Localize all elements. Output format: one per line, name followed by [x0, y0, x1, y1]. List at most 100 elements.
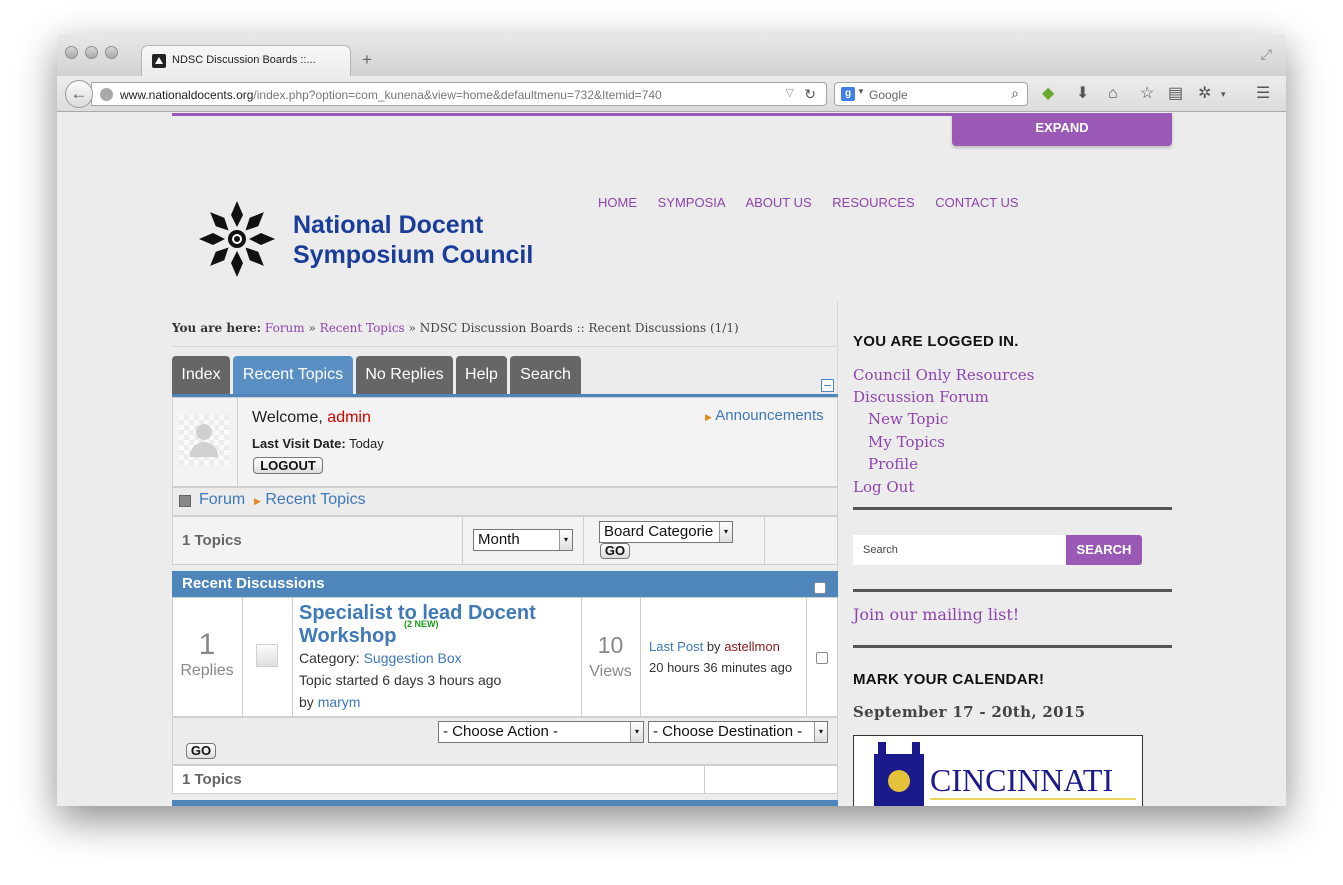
reload-icon[interactable]: ↻: [804, 86, 816, 103]
navigation-bar: www.nationaldocents.org/index.php?option…: [57, 76, 1286, 112]
breadcrumb-forum-link[interactable]: Forum: [265, 321, 305, 335]
breadcrumb: You are here: Forum » Recent Topics » ND…: [172, 321, 739, 335]
url-bar[interactable]: www.nationaldocents.org/index.php?option…: [91, 82, 827, 106]
forum-home-icon: [179, 495, 191, 507]
topic-title-line2[interactable]: Workshop: [299, 625, 396, 648]
sidebar-item-new-topic[interactable]: New Topic: [868, 410, 948, 428]
time-filter-select[interactable]: Month ▾: [473, 529, 573, 551]
sidebar-divider: [853, 507, 1172, 510]
browser-search-bar[interactable]: g ▼ Google ⌕: [834, 82, 1028, 106]
welcome-text: Welcome, admin: [252, 409, 371, 426]
last-visit: Last Visit Date: Today: [252, 436, 384, 451]
footer-topics-count: 1 Topics: [182, 771, 242, 788]
username-link[interactable]: admin: [327, 409, 371, 426]
path-forum-link[interactable]: Forum: [199, 491, 245, 509]
expand-button[interactable]: EXPAND: [952, 113, 1172, 146]
magnifier-icon[interactable]: ⌕: [1011, 85, 1019, 102]
sidebar-search-input[interactable]: Search: [853, 535, 1066, 565]
search-placeholder: Google: [869, 88, 908, 102]
topic-category: Category: Suggestion Box: [299, 650, 462, 666]
cincinnati-banner-image[interactable]: CINCINNATI: [853, 735, 1143, 806]
new-badge: (2 NEW): [404, 619, 439, 629]
category-header: Recent Discussions: [172, 571, 838, 597]
google-icon[interactable]: g: [841, 87, 855, 101]
url-text: www.nationaldocents.org/index.php?option…: [120, 88, 662, 102]
globe-icon: [100, 88, 113, 101]
nav-contact-us[interactable]: CONTACT US: [935, 195, 1018, 210]
tab-help[interactable]: Help: [456, 356, 507, 394]
select-arrow-icon: ▾: [719, 522, 732, 542]
views-count: 10: [597, 632, 624, 658]
last-post-user-link[interactable]: astellmon: [724, 639, 780, 654]
home-icon[interactable]: ⌂: [1108, 85, 1118, 103]
sidebar-item-my-topics[interactable]: My Topics: [868, 433, 945, 451]
last-post-link[interactable]: Last Post: [649, 639, 703, 654]
go-button[interactable]: GO: [600, 543, 630, 559]
reading-list-icon[interactable]: ▤: [1168, 85, 1183, 103]
download-icon[interactable]: ⬇: [1076, 85, 1089, 103]
url-history-dropdown-icon[interactable]: ▽: [786, 86, 794, 99]
calendar-title: MARK YOUR CALENDAR!: [853, 671, 1045, 688]
nav-resources[interactable]: RESOURCES: [832, 195, 914, 210]
breadcrumb-recent-link[interactable]: Recent Topics: [320, 321, 405, 335]
tab-index[interactable]: Index: [172, 356, 230, 394]
topic-author: by marym: [299, 694, 361, 710]
category-link[interactable]: Suggestion Box: [364, 650, 462, 666]
sidebar-item-log-out[interactable]: Log Out: [853, 478, 914, 496]
nav-about-us[interactable]: ABOUT US: [745, 195, 811, 210]
collapse-profile-icon[interactable]: [821, 379, 834, 392]
replies-count: 1: [198, 628, 216, 661]
bookmark-star-icon[interactable]: ☆: [1140, 85, 1154, 103]
select-all-checkbox[interactable]: [814, 582, 826, 594]
arrow-icon: ▶: [254, 496, 261, 506]
site-favicon-icon: [152, 54, 166, 68]
title-bar: NDSC Discussion Boards ::... + ⤢: [57, 34, 1286, 76]
sidebar-item-profile[interactable]: Profile: [868, 455, 918, 473]
sidebar-divider: [853, 645, 1172, 648]
menu-icon[interactable]: ☰: [1256, 85, 1270, 103]
extension-icon[interactable]: ✲: [1198, 85, 1211, 103]
calendar-date: September 17 - 20th, 2015: [853, 703, 1086, 721]
sidebar-item-council-resources[interactable]: Council Only Resources: [853, 366, 1034, 384]
topic-checkbox[interactable]: [816, 652, 828, 664]
minimize-window-button[interactable]: [85, 46, 98, 59]
moderation-go-button[interactable]: GO: [186, 743, 216, 759]
mailing-list-link[interactable]: Join our mailing list!: [853, 605, 1019, 624]
zoom-window-button[interactable]: [105, 46, 118, 59]
announcements-link[interactable]: ▶ Announcements: [705, 407, 824, 424]
main-navigation: HOME SYMPOSIA ABOUT US RESOURCES CONTACT…: [598, 195, 1036, 210]
browser-tab[interactable]: NDSC Discussion Boards ::...: [141, 45, 351, 76]
back-button[interactable]: ←: [65, 80, 93, 108]
path-recent-link[interactable]: ▶ Recent Topics: [254, 491, 366, 509]
replies-label: Replies: [180, 662, 234, 679]
breadcrumb-current: NDSC Discussion Boards :: Recent Discuss…: [419, 321, 739, 335]
arrow-icon: ▶: [705, 412, 712, 422]
feedly-icon[interactable]: ◆: [1042, 85, 1054, 103]
choose-action-select[interactable]: - Choose Action - ▾: [438, 721, 644, 743]
tab-search[interactable]: Search: [510, 356, 581, 394]
close-window-button[interactable]: [65, 46, 78, 59]
select-arrow-icon: ▾: [814, 722, 827, 742]
topic-icon: [256, 644, 278, 667]
nav-home[interactable]: HOME: [598, 195, 637, 210]
tab-recent-topics[interactable]: Recent Topics: [233, 356, 353, 394]
logout-button[interactable]: LOGOUT: [253, 457, 323, 474]
extension-dropdown-icon[interactable]: ▾: [1221, 85, 1226, 103]
nav-symposia[interactable]: SYMPOSIA: [658, 195, 726, 210]
cincinnati-tower-icon: [874, 742, 924, 806]
author-link[interactable]: marym: [318, 694, 361, 710]
tab-title: NDSC Discussion Boards ::...: [172, 54, 316, 66]
new-tab-button[interactable]: +: [362, 50, 372, 70]
ndsc-logo-icon: [199, 201, 275, 277]
category-filter-select[interactable]: Board Categorie ▾: [599, 521, 733, 543]
fullscreen-icon[interactable]: ⤢: [1261, 46, 1272, 63]
logo-title-line1: National Docent: [293, 211, 484, 239]
select-arrow-icon: ▾: [559, 530, 572, 550]
choose-destination-select[interactable]: - Choose Destination - ▾: [648, 721, 828, 743]
cincinnati-text: CINCINNATI: [930, 762, 1114, 798]
tab-no-replies[interactable]: No Replies: [356, 356, 453, 394]
search-engine-dropdown-icon[interactable]: ▼: [857, 87, 865, 96]
sidebar-item-discussion-forum[interactable]: Discussion Forum: [853, 388, 989, 406]
sidebar-search-button[interactable]: SEARCH: [1066, 535, 1142, 565]
topics-count: 1 Topics: [182, 532, 242, 549]
